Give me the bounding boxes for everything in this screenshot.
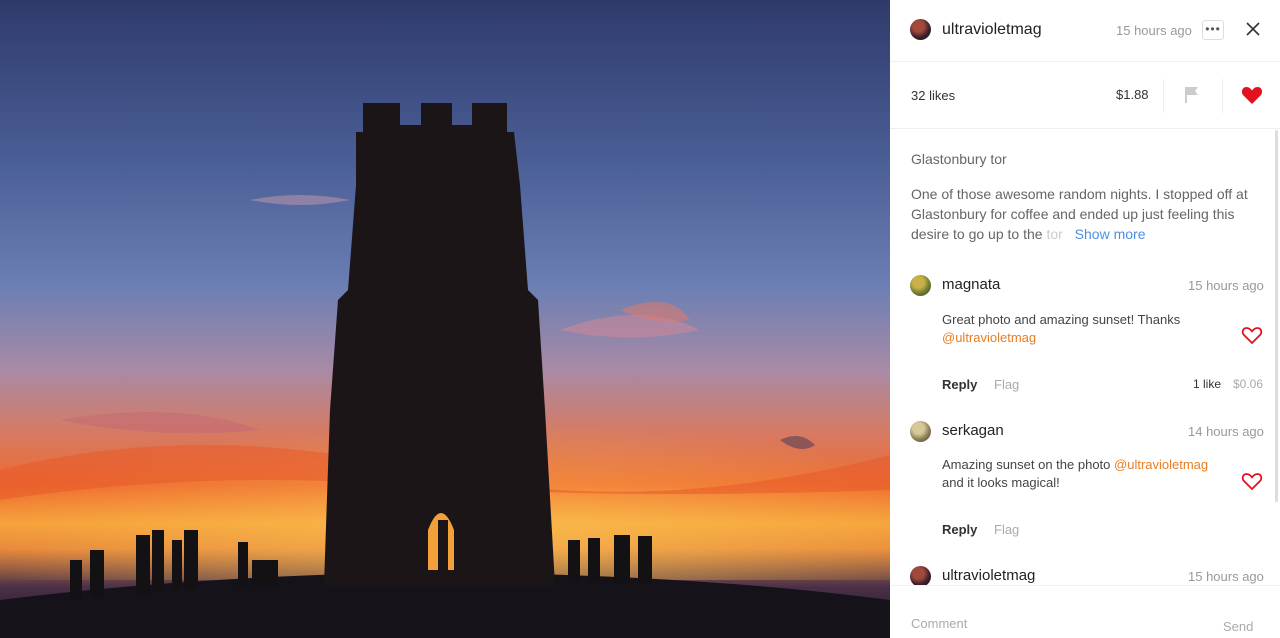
author-avatar[interactable] [910,19,931,40]
comment-username[interactable]: ultravioletmag [942,567,1035,584]
post-viewer: ultravioletmag 15 hours ago ••• 32 likes… [0,0,1280,638]
mention-link[interactable]: @ultravioletmag [942,330,1036,345]
post-title: Glastonbury tor [911,151,1007,167]
comment-body-continued: and it looks magical! [942,475,1060,490]
comment-timestamp: 14 hours ago [1188,424,1264,439]
comment-username[interactable]: serkagan [942,422,1004,439]
comment-body: Amazing sunset on the photo [942,457,1111,472]
comment-body: Great photo and amazing sunset! Thanks [942,312,1181,327]
author-username[interactable]: ultravioletmag [942,21,1042,39]
mention-link[interactable]: @ultravioletmag [1114,457,1208,472]
heart-outline-icon [1241,473,1263,491]
comment-like-button[interactable] [1240,323,1264,347]
commenter-avatar[interactable] [910,275,931,296]
comment-likes-count[interactable]: 1 like [1193,377,1221,391]
post-sidebar: ultravioletmag 15 hours ago ••• 32 likes… [890,0,1280,638]
post-photo[interactable] [0,0,890,638]
post-content-scroll[interactable]: Glastonbury tor One of those awesome ran… [890,130,1280,585]
heart-filled-icon [1241,87,1263,104]
like-button[interactable] [1240,83,1264,107]
flag-button[interactable] [1183,85,1201,105]
divider [1163,79,1164,113]
post-payout: $1.88 [1116,87,1149,102]
flag-comment-link[interactable]: Flag [994,377,1019,392]
comment-text: Amazing sunset on the photo @ultraviolet… [942,456,1232,492]
comment-input[interactable] [911,616,1201,631]
close-button[interactable] [1244,20,1262,38]
comment-timestamp: 15 hours ago [1188,278,1264,293]
comment-composer: Send [890,585,1280,638]
flag-icon [1185,87,1198,103]
scrollbar[interactable] [1275,130,1278,502]
post-description: One of those awesome random nights. I st… [911,184,1261,244]
heart-outline-icon [1241,327,1263,345]
reply-button[interactable]: Reply [942,522,977,537]
comment-item: serkagan 14 hours ago Amazing sunset on … [890,419,1280,539]
post-timestamp: 15 hours ago [1116,23,1192,38]
send-button[interactable]: Send [1223,619,1253,634]
comment-like-button[interactable] [1240,469,1264,493]
description-faded-text: tor [1046,226,1063,242]
comment-item: ultravioletmag 15 hours ago [890,564,1280,585]
comment-item: magnata 15 hours ago Great photo and ama… [890,273,1280,393]
sunset-tower-photo [0,0,890,638]
post-header: ultravioletmag 15 hours ago ••• [890,0,1280,62]
more-options-button[interactable]: ••• [1202,20,1224,40]
comment-payout: $0.06 [1233,377,1264,391]
likes-count[interactable]: 32 likes [911,88,955,103]
reply-button[interactable]: Reply [942,377,977,392]
comment-username[interactable]: magnata [942,276,1000,293]
divider [1222,79,1223,113]
commenter-avatar[interactable] [910,566,931,585]
close-icon [1246,22,1260,36]
commenter-avatar[interactable] [910,421,931,442]
comment-timestamp: 15 hours ago [1188,569,1264,584]
show-more-link[interactable]: Show more [1075,226,1146,242]
post-stats-bar: 32 likes $1.88 [890,63,1280,129]
flag-comment-link[interactable]: Flag [994,522,1019,537]
comment-text: Great photo and amazing sunset! Thanks @… [942,311,1232,347]
